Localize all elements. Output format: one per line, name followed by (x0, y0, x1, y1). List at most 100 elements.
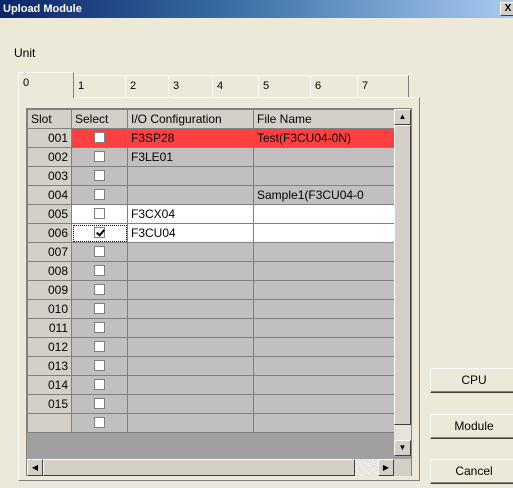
select-checkbox[interactable] (94, 378, 105, 390)
scroll-down-arrow-icon[interactable]: ▼ (394, 440, 411, 456)
select-cell[interactable] (71, 299, 128, 319)
column-header-slot[interactable]: Slot (27, 109, 72, 129)
select-checkbox[interactable] (94, 283, 105, 295)
select-cell[interactable] (71, 413, 128, 433)
slot-number-cell: 001 (27, 128, 72, 148)
tab-unit-3[interactable]: 3 (168, 75, 213, 97)
select-cell[interactable] (71, 375, 128, 395)
table-row[interactable]: 011 (27, 318, 396, 338)
tab-unit-2[interactable]: 2 (125, 75, 169, 97)
table-row[interactable]: 002 F3LE01 (27, 147, 396, 167)
file-name-cell[interactable] (253, 261, 396, 281)
select-checkbox[interactable] (94, 131, 105, 143)
tab-unit-0[interactable]: 0 (18, 72, 74, 98)
table-row[interactable]: 001 F3SP28 Test(F3CU04-0N) (27, 128, 396, 148)
select-checkbox[interactable] (94, 188, 105, 200)
select-cell[interactable] (71, 261, 128, 281)
file-name-cell[interactable] (253, 223, 396, 243)
io-configuration-cell (127, 299, 254, 319)
file-name-cell[interactable] (253, 242, 396, 262)
select-checkbox[interactable] (94, 169, 105, 181)
tab-unit-7[interactable]: 7 (357, 75, 409, 97)
io-configuration-cell (127, 242, 254, 262)
select-checkbox[interactable] (94, 416, 105, 428)
select-checkbox[interactable] (94, 302, 105, 314)
slot-number-cell: 005 (27, 204, 72, 224)
file-name-cell[interactable] (253, 394, 396, 414)
vertical-scrollbar[interactable]: ▲ ▼ (394, 109, 411, 456)
table-row[interactable]: 009 (27, 280, 396, 300)
scroll-left-arrow-icon[interactable]: ◀ (27, 459, 43, 476)
tab-unit-6[interactable]: 6 (310, 75, 358, 97)
select-cell[interactable] (71, 185, 128, 205)
horizontal-scroll-track[interactable] (355, 459, 378, 476)
table-row[interactable] (27, 413, 396, 433)
file-name-cell[interactable] (253, 318, 396, 338)
close-button[interactable]: X (500, 2, 513, 16)
column-header-io-configuration[interactable]: I/O Configuration (127, 109, 254, 129)
select-checkbox[interactable] (94, 150, 105, 162)
file-name-cell[interactable] (253, 356, 396, 376)
module-button[interactable]: Module (430, 414, 513, 439)
slot-number-cell: 015 (27, 394, 72, 414)
select-cell[interactable] (71, 204, 128, 224)
select-cell[interactable] (71, 337, 128, 357)
vertical-scroll-thumb[interactable] (394, 125, 411, 425)
select-cell[interactable] (71, 128, 128, 148)
table-row[interactable]: 004 Sample1(F3CU04-0 (27, 185, 396, 205)
file-name-cell[interactable] (253, 280, 396, 300)
select-checkbox[interactable] (94, 245, 105, 257)
select-cell[interactable] (71, 166, 128, 186)
table-row[interactable]: 010 (27, 299, 396, 319)
slot-table: Slot Select I/O Configuration File Name … (27, 109, 396, 433)
horizontal-scrollbar[interactable]: ◀ ▶ (27, 459, 394, 476)
table-row[interactable]: 015 (27, 394, 396, 414)
tab-unit-4[interactable]: 4 (212, 75, 259, 97)
io-configuration-cell (127, 337, 254, 357)
scroll-right-arrow-icon[interactable]: ▶ (378, 459, 394, 476)
select-cell[interactable] (71, 394, 128, 414)
file-name-cell[interactable] (253, 204, 396, 224)
table-row[interactable]: 013 (27, 356, 396, 376)
file-name-cell[interactable]: Sample1(F3CU04-0 (253, 185, 396, 205)
select-cell[interactable] (71, 223, 128, 243)
io-configuration-cell (127, 185, 254, 205)
cancel-button[interactable]: Cancel (430, 459, 513, 484)
tab-unit-5[interactable]: 5 (258, 75, 311, 97)
file-name-cell[interactable] (253, 299, 396, 319)
file-name-cell[interactable] (253, 375, 396, 395)
select-cell[interactable] (71, 356, 128, 376)
file-name-cell[interactable] (253, 413, 396, 433)
select-cell[interactable] (71, 318, 128, 338)
table-row[interactable]: 012 (27, 337, 396, 357)
select-cell[interactable] (71, 147, 128, 167)
select-checkbox[interactable] (94, 226, 105, 238)
table-row[interactable]: 007 (27, 242, 396, 262)
column-header-file-name[interactable]: File Name (253, 109, 396, 129)
table-row[interactable]: 014 (27, 375, 396, 395)
file-name-cell[interactable]: Test(F3CU04-0N) (253, 128, 396, 148)
select-checkbox[interactable] (94, 340, 105, 352)
select-checkbox[interactable] (94, 359, 105, 371)
horizontal-scroll-thumb[interactable] (43, 459, 355, 476)
cpu-button[interactable]: CPU (430, 368, 513, 393)
table-row[interactable]: 006 F3CU04 (27, 223, 396, 243)
select-cell[interactable] (71, 280, 128, 300)
select-checkbox[interactable] (94, 207, 105, 219)
select-checkbox[interactable] (94, 321, 105, 333)
column-header-select[interactable]: Select (71, 109, 128, 129)
scroll-up-arrow-icon[interactable]: ▲ (394, 109, 411, 125)
file-name-cell[interactable] (253, 337, 396, 357)
file-name-cell[interactable] (253, 147, 396, 167)
file-name-cell[interactable] (253, 166, 396, 186)
tab-unit-1[interactable]: 1 (73, 75, 126, 97)
io-configuration-cell (127, 261, 254, 281)
table-row[interactable]: 005 F3CX04 (27, 204, 396, 224)
table-row[interactable]: 008 (27, 261, 396, 281)
select-cell[interactable] (71, 242, 128, 262)
table-row[interactable]: 003 (27, 166, 396, 186)
io-configuration-cell: F3CX04 (127, 204, 254, 224)
io-configuration-cell (127, 356, 254, 376)
select-checkbox[interactable] (94, 397, 105, 409)
select-checkbox[interactable] (94, 264, 105, 276)
